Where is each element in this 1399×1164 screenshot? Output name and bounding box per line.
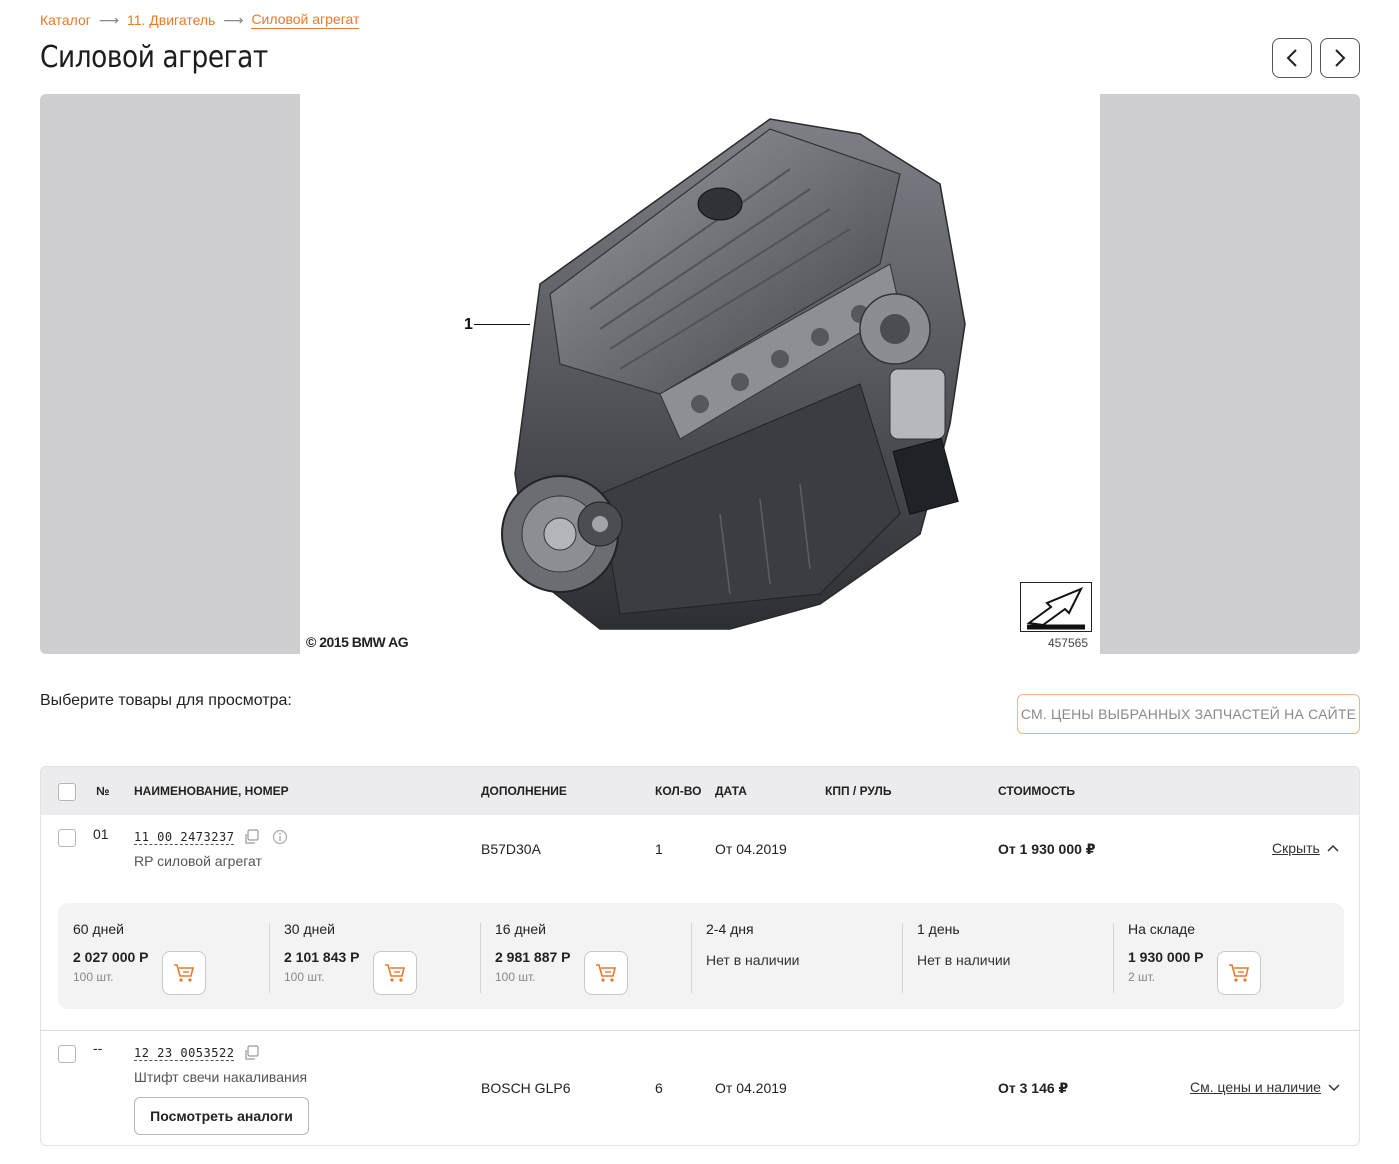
offer-card: 1 день Нет в наличии xyxy=(902,903,1113,1009)
breadcrumb-engine[interactable]: 11. Двигатель xyxy=(127,12,215,28)
offer-price: 1 930 000 Р xyxy=(1128,949,1204,965)
offer-divider xyxy=(902,923,903,993)
hide-offers-link[interactable]: Скрыть xyxy=(1272,840,1340,856)
part-cost: От 1 930 000 ₽ xyxy=(998,841,1096,857)
offer-status: Нет в наличии xyxy=(706,952,800,968)
diagram-canvas: 1 © 2015 BMW AG 457565 xyxy=(300,94,1100,654)
chevron-up-icon xyxy=(1327,844,1339,852)
hide-offers-label: Скрыть xyxy=(1272,840,1320,856)
offer-divider xyxy=(1113,923,1114,993)
offer-card: На складе 1 930 000 Р 2 шт. xyxy=(1113,903,1324,1009)
orientation-arrow-icon xyxy=(1020,582,1092,632)
select-items-label: Выберите товары для просмотра: xyxy=(40,692,292,709)
row-number: 01 xyxy=(93,826,109,842)
offer-term: 2-4 дня xyxy=(706,921,754,937)
offer-term: 16 дней xyxy=(495,921,546,937)
part-name: Штифт свечи накаливания xyxy=(134,1069,308,1085)
info-icon[interactable] xyxy=(272,829,288,845)
header-qty: КОЛ-ВО xyxy=(655,784,702,798)
offers-panel: 60 дней 2 027 000 Р 100 шт. 30 дней 2 10… xyxy=(58,903,1344,1009)
copy-icon[interactable] xyxy=(244,829,260,845)
header-extra: ДОПОЛНЕНИЕ xyxy=(481,784,567,798)
chevron-right-icon xyxy=(1335,49,1346,67)
offer-card: 2-4 дня Нет в наличии xyxy=(691,903,902,1009)
row-checkbox[interactable] xyxy=(58,1045,76,1063)
cart-icon xyxy=(385,964,406,982)
cart-icon xyxy=(174,964,195,982)
table-row: 01 11 00 2473237 RP силовой агрегат B57D… xyxy=(41,815,1359,1031)
diagram-viewer[interactable]: 1 © 2015 BMW AG 457565 xyxy=(40,94,1360,654)
see-prices-link[interactable]: См. цены и наличие xyxy=(1190,1079,1341,1095)
add-to-cart-button[interactable] xyxy=(162,951,206,995)
copy-icon[interactable] xyxy=(244,1045,260,1061)
breadcrumb: Каталог ⟶ 11. Двигатель ⟶ Силовой агрега… xyxy=(40,11,360,29)
table-row: -- 12 23 0053522 Штифт свечи накаливания… xyxy=(41,1031,1359,1145)
table-header: № НАИМЕНОВАНИЕ, НОМЕР ДОПОЛНЕНИЕ КОЛ-ВО … xyxy=(41,767,1359,815)
offer-price: 2 027 000 Р xyxy=(73,949,149,965)
add-to-cart-button[interactable] xyxy=(373,951,417,995)
header-name: НАИМЕНОВАНИЕ, НОМЕР xyxy=(134,784,289,798)
select-all-checkbox[interactable] xyxy=(58,783,76,801)
next-button[interactable] xyxy=(1320,38,1360,78)
see-prices-label: См. цены и наличие xyxy=(1190,1079,1321,1095)
add-to-cart-button[interactable] xyxy=(1217,951,1261,995)
part-date: От 04.2019 xyxy=(715,841,787,857)
offer-status: Нет в наличии xyxy=(917,952,1011,968)
view-analogs-button[interactable]: Посмотреть аналоги xyxy=(134,1097,309,1135)
part-number[interactable]: 11 00 2473237 xyxy=(134,830,235,845)
add-to-cart-button[interactable] xyxy=(584,951,628,995)
parts-table: № НАИМЕНОВАНИЕ, НОМЕР ДОПОЛНЕНИЕ КОЛ-ВО … xyxy=(40,766,1360,1146)
part-qty: 6 xyxy=(655,1080,663,1096)
offer-term: 1 день xyxy=(917,921,960,937)
page-title: Силовой агрегат xyxy=(40,40,268,75)
previous-button[interactable] xyxy=(1272,38,1312,78)
breadcrumb-catalog[interactable]: Каталог xyxy=(40,12,91,28)
cart-icon xyxy=(1229,964,1250,982)
offer-divider xyxy=(691,923,692,993)
offer-term: На складе xyxy=(1128,921,1195,937)
breadcrumb-arrow-icon: ⟶ xyxy=(223,11,244,28)
row-checkbox[interactable] xyxy=(58,829,76,847)
part-qty: 1 xyxy=(655,841,663,857)
offer-divider xyxy=(480,923,481,993)
callout-number[interactable]: 1 xyxy=(464,316,473,334)
row-number: -- xyxy=(93,1040,103,1056)
chevron-left-icon xyxy=(1286,49,1297,67)
header-gearbox: КПП / РУЛЬ xyxy=(825,784,892,798)
part-number[interactable]: 12 23 0053522 xyxy=(134,1046,235,1061)
offer-card: 60 дней 2 027 000 Р 100 шт. xyxy=(58,903,269,1009)
copyright-text: © 2015 BMW AG xyxy=(306,634,409,650)
offer-divider xyxy=(269,923,270,993)
offer-qty: 100 шт. xyxy=(73,970,114,984)
part-extra: BOSCH GLP6 xyxy=(481,1080,571,1096)
part-date: От 04.2019 xyxy=(715,1080,787,1096)
offer-term: 60 дней xyxy=(73,921,124,937)
offer-card: 16 дней 2 981 887 Р 100 шт. xyxy=(480,903,691,1009)
offer-qty: 2 шт. xyxy=(1128,970,1156,984)
offer-term: 30 дней xyxy=(284,921,335,937)
diagram-id: 457565 xyxy=(1047,636,1088,650)
see-selected-prices-button[interactable]: СМ. ЦЕНЫ ВЫБРАННЫХ ЗАПЧАСТЕЙ НА САЙТЕ xyxy=(1017,694,1360,734)
breadcrumb-current[interactable]: Силовой агрегат xyxy=(251,11,360,29)
part-extra: B57D30A xyxy=(481,841,541,857)
chevron-down-icon xyxy=(1328,1084,1340,1092)
callout-leader-line xyxy=(474,324,530,325)
offer-card: 30 дней 2 101 843 Р 100 шт. xyxy=(269,903,480,1009)
offer-price: 2 981 887 Р xyxy=(495,949,571,965)
part-cost: От 3 146 ₽ xyxy=(998,1080,1069,1096)
header-number: № xyxy=(96,784,110,798)
offer-qty: 100 шт. xyxy=(495,970,536,984)
engine-illustration xyxy=(501,118,966,630)
cart-icon xyxy=(596,964,617,982)
offer-qty: 100 шт. xyxy=(284,970,325,984)
part-name: RP силовой агрегат xyxy=(134,853,262,869)
offer-price: 2 101 843 Р xyxy=(284,949,360,965)
breadcrumb-arrow-icon: ⟶ xyxy=(98,11,119,28)
header-date: ДАТА xyxy=(715,784,747,798)
header-cost: СТОИМОСТЬ xyxy=(998,784,1076,798)
